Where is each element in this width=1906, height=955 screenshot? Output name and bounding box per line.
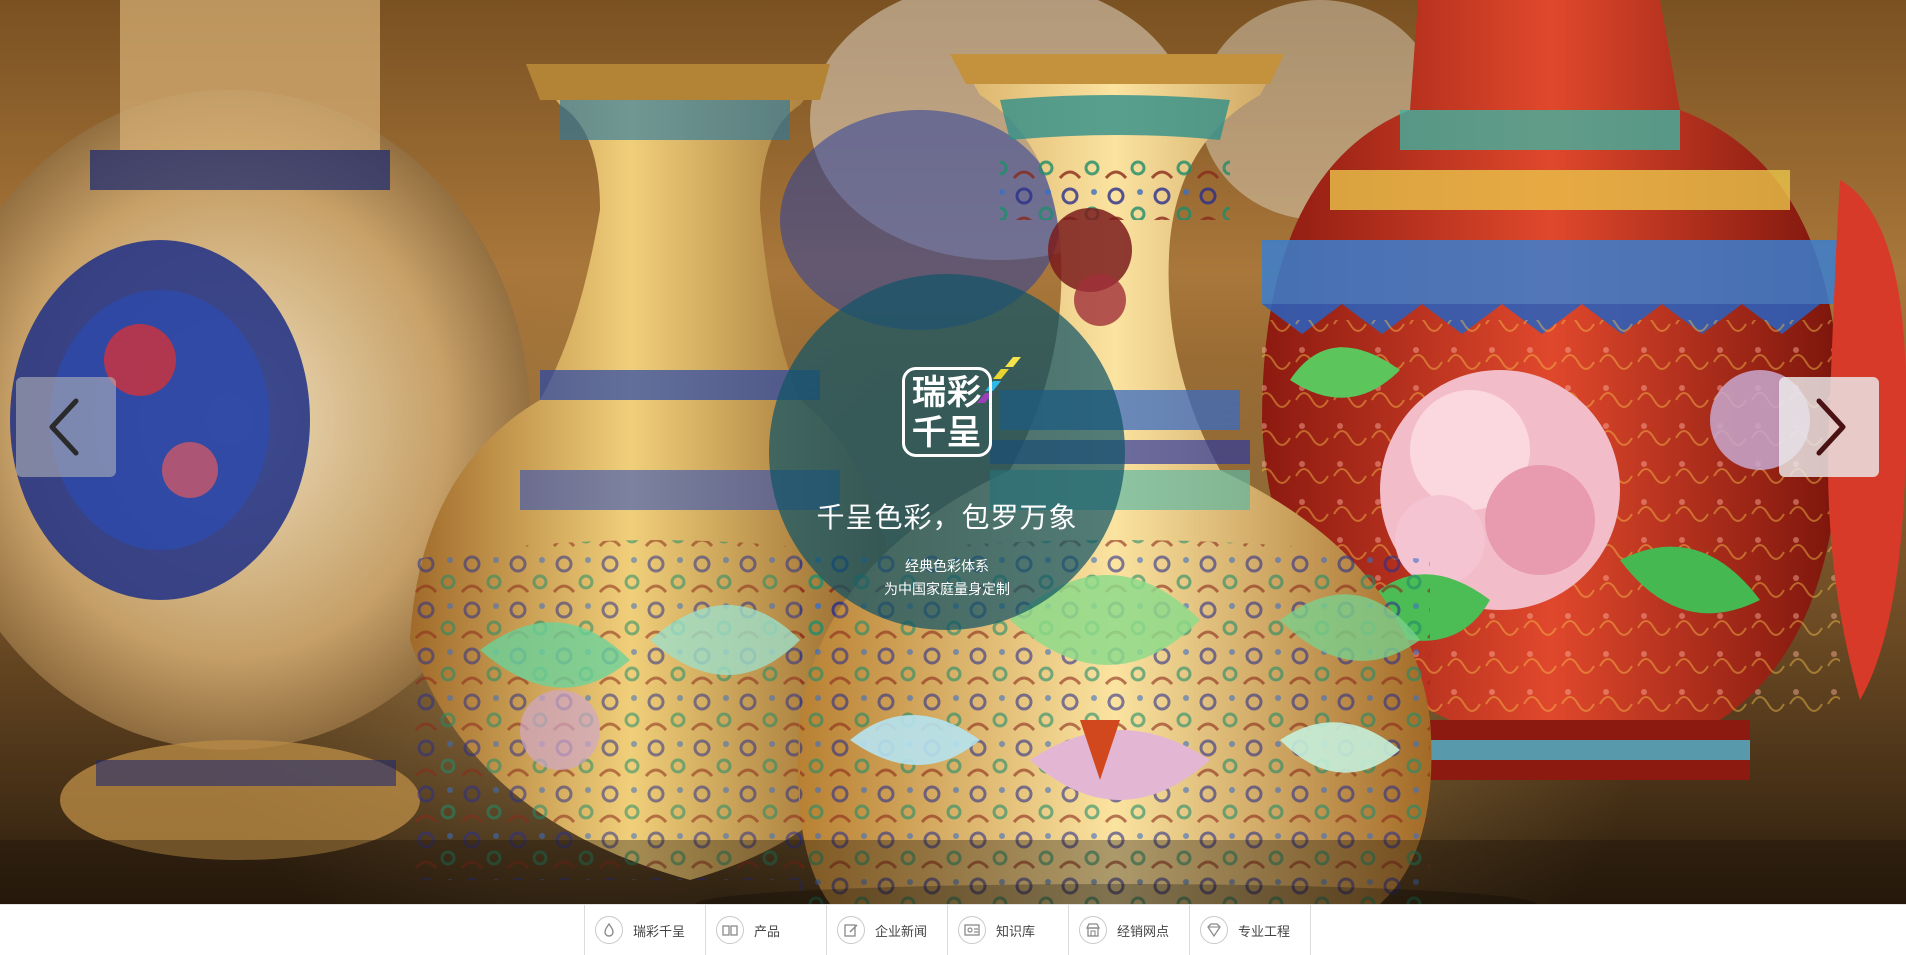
bottom-nav-bar: 瑞彩千呈 产品 企业新闻 知识库 经销网点 专业工程 bbox=[0, 904, 1906, 955]
nav-item-products[interactable]: 产品 bbox=[706, 905, 827, 955]
nav-label: 专业工程 bbox=[1238, 924, 1291, 940]
paint-cans-icon bbox=[716, 916, 744, 944]
hero-subtitle-line2: 为中国家庭量身定制 bbox=[884, 582, 1010, 598]
nav-label: 瑞彩千呈 bbox=[633, 924, 686, 940]
page: 瑞彩 千呈 千呈色彩，包罗万象 经典色彩体系 为中国家庭量身定制 瑞彩千呈 产品 bbox=[0, 0, 1906, 955]
bottom-nav: 瑞彩千呈 产品 企业新闻 知识库 经销网点 专业工程 bbox=[584, 905, 1311, 955]
nav-item-news[interactable]: 企业新闻 bbox=[827, 905, 948, 955]
chevron-left-icon bbox=[49, 398, 79, 456]
slider-prev-button[interactable] bbox=[16, 377, 116, 477]
store-icon bbox=[1079, 916, 1107, 944]
hero-slogan: 千呈色彩，包罗万象 bbox=[816, 501, 1078, 534]
nav-item-knowledge[interactable]: 知识库 bbox=[948, 905, 1069, 955]
nav-label: 企业新闻 bbox=[875, 924, 928, 940]
knowledge-card-icon bbox=[958, 916, 986, 944]
nav-label: 产品 bbox=[754, 924, 781, 940]
diamond-icon bbox=[1200, 916, 1228, 944]
nav-item-engineering[interactable]: 专业工程 bbox=[1190, 905, 1311, 955]
logo-line2: 千呈 bbox=[912, 413, 982, 453]
chevron-right-icon bbox=[1816, 398, 1846, 456]
drop-icon bbox=[595, 916, 623, 944]
nav-item-dealers[interactable]: 经销网点 bbox=[1069, 905, 1190, 955]
hero-subtitle-line1: 经典色彩体系 bbox=[905, 559, 989, 575]
logo-line1: 瑞彩 bbox=[912, 373, 982, 413]
nav-label: 经销网点 bbox=[1117, 924, 1170, 940]
nav-item-ruicai[interactable]: 瑞彩千呈 bbox=[585, 905, 706, 955]
slider-next-button[interactable] bbox=[1779, 377, 1879, 477]
nav-label: 知识库 bbox=[996, 924, 1036, 940]
brand-logo: 瑞彩 千呈 bbox=[902, 367, 992, 457]
hero-circle: 瑞彩 千呈 千呈色彩，包罗万象 经典色彩体系 为中国家庭量身定制 bbox=[769, 274, 1125, 630]
pencil-note-icon bbox=[837, 916, 865, 944]
